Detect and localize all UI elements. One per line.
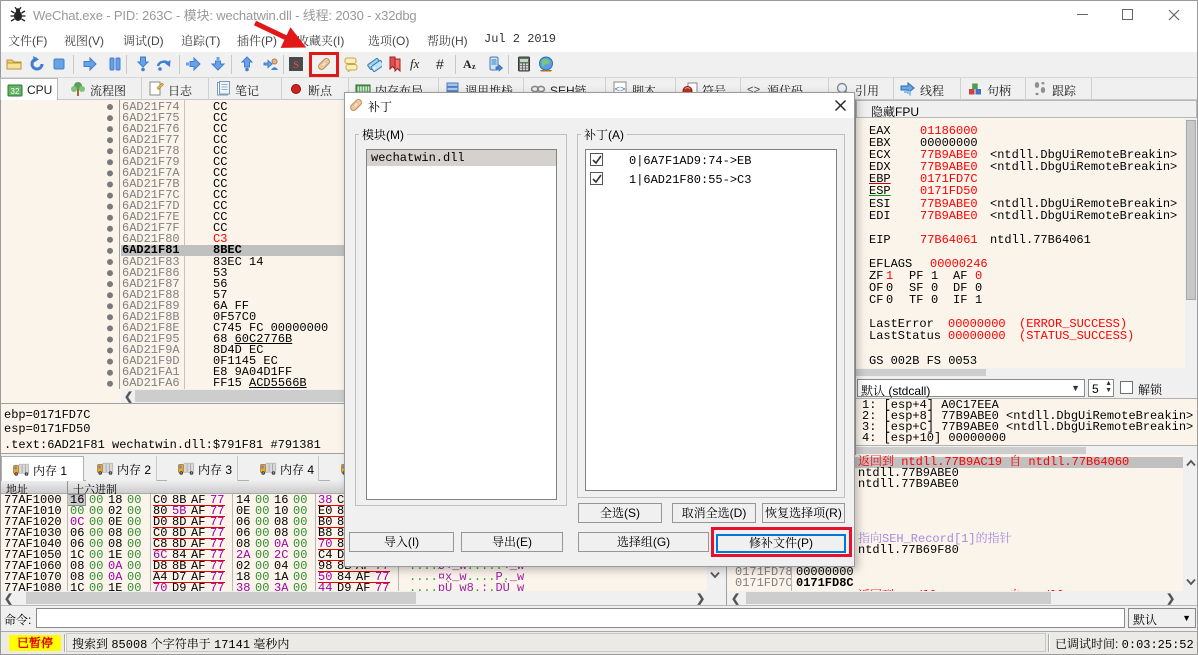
svg-text:#: # [436,56,444,72]
svg-text:S: S [293,59,299,71]
svg-text:z: z [472,62,476,71]
svg-text:32: 32 [11,87,20,96]
svg-text:fx: fx [410,56,420,71]
svg-text:A: A [463,57,472,71]
